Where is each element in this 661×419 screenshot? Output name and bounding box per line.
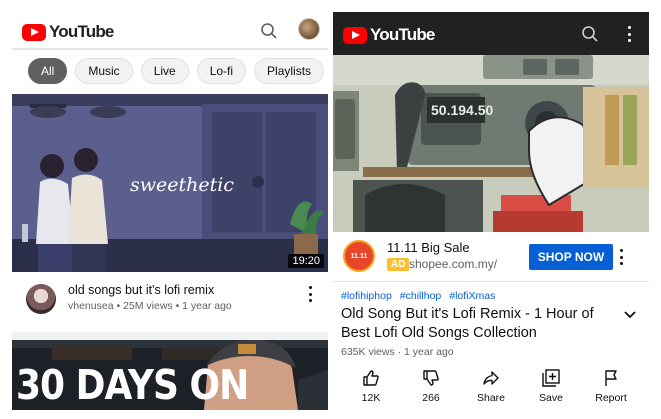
watch-page-panel: YouTube 50.194.50 11.11 11.11 Big Sale A… xyxy=(333,12,649,410)
chip-playlists[interactable]: Playlists xyxy=(254,58,325,84)
youtube-play-icon xyxy=(22,23,46,41)
flag-icon xyxy=(605,370,617,386)
home-feed-panel: YouTube AllMusicLiveLo-fiPlaylistsC xyxy=(12,12,328,410)
svg-text:50.194.50: 50.194.50 xyxy=(431,102,493,118)
more-options-icon-top[interactable] xyxy=(627,26,631,42)
thumbnail-caption: sweethetic xyxy=(130,174,234,196)
shop-now-button[interactable]: SHOP NOW xyxy=(529,244,613,270)
video-duration-badge: 19:20 xyxy=(288,254,324,268)
save-label: Save xyxy=(539,392,563,404)
hashtag-link[interactable]: #lofihiphop xyxy=(341,290,392,302)
search-icon xyxy=(582,26,598,42)
watch-video-title[interactable]: Old Song But it's Lofi Remix - 1 Hour of… xyxy=(341,305,611,343)
hashtag-row: #lofihiphop #chillhop #lofiXmas xyxy=(341,290,503,302)
screenshot-stage: YouTube AllMusicLiveLo-fiPlaylistsC xyxy=(0,0,661,419)
save-icon xyxy=(542,369,560,387)
video-title[interactable]: old songs but it's lofi remix xyxy=(68,283,214,297)
search-icon xyxy=(261,23,277,39)
video-meta-1: old songs but it's lofi remix vhenusea •… xyxy=(12,274,328,334)
report-label: Report xyxy=(595,392,627,404)
video-subtitle: vhenusea • 25M views • 1 year ago xyxy=(68,300,232,312)
account-avatar[interactable] xyxy=(298,18,320,40)
filter-chips: AllMusicLiveLo-fiPlaylistsC xyxy=(12,58,328,86)
chip-music[interactable]: Music xyxy=(75,58,133,84)
share-label: Share xyxy=(476,392,506,404)
home-top-bar: YouTube xyxy=(12,12,328,50)
like-count: 12K xyxy=(361,392,381,404)
thumbnail-2-caption: 30 DAYS ON xyxy=(16,362,249,410)
like-button[interactable]: 12K xyxy=(341,368,401,410)
ad-title: 11.11 Big Sale xyxy=(387,240,470,255)
watch-video-subtitle: 635K views · 1 year ago xyxy=(341,346,454,358)
youtube-wordmark-dark: YouTube xyxy=(370,25,435,44)
ad-url: shopee.com.my/ xyxy=(409,257,498,271)
search-button-dark[interactable] xyxy=(579,23,601,45)
ad-badge: AD xyxy=(387,258,410,271)
thumb-down-icon xyxy=(423,370,439,386)
video-player[interactable]: 50.194.50 xyxy=(333,55,649,232)
player-illustration: 50.194.50 xyxy=(333,55,649,232)
youtube-wordmark: YouTube xyxy=(49,22,114,41)
youtube-logo[interactable]: YouTube xyxy=(22,22,114,42)
dislike-count: 266 xyxy=(422,392,440,404)
dislike-button[interactable]: 266 xyxy=(401,368,461,410)
ad-more-options-icon[interactable] xyxy=(619,249,623,265)
channel-avatar[interactable] xyxy=(26,284,56,314)
share-icon xyxy=(483,371,499,385)
search-button[interactable] xyxy=(258,20,280,42)
feed-divider xyxy=(12,332,328,340)
chevron-down-icon[interactable] xyxy=(623,310,637,320)
share-button[interactable]: Share xyxy=(461,368,521,410)
video-thumbnail-1[interactable]: sweethetic 19:20 xyxy=(12,94,328,272)
video-thumbnail-2[interactable]: 30 DAYS ON xyxy=(12,340,328,410)
advertiser-logo: 11.11 xyxy=(343,240,375,272)
hashtag-link[interactable]: #chillhop xyxy=(400,290,441,302)
watch-top-bar: YouTube xyxy=(333,12,649,55)
youtube-logo-dark[interactable]: YouTube xyxy=(343,25,435,45)
thumb-up-icon xyxy=(363,370,379,386)
ad-banner[interactable]: 11.11 11.11 Big Sale AD shopee.com.my/ S… xyxy=(333,232,649,282)
more-options-icon[interactable] xyxy=(308,286,312,302)
hashtag-link[interactable]: #lofiXmas xyxy=(449,290,495,302)
save-button[interactable]: Save xyxy=(521,368,581,410)
chip-lofi[interactable]: Lo-fi xyxy=(196,58,247,84)
chip-live[interactable]: Live xyxy=(140,58,189,84)
youtube-play-icon-dark xyxy=(343,26,367,44)
report-button[interactable]: Report xyxy=(581,368,641,410)
action-bar: 12K 266 Share Save Report xyxy=(333,368,649,410)
chip-all[interactable]: All xyxy=(28,58,68,84)
